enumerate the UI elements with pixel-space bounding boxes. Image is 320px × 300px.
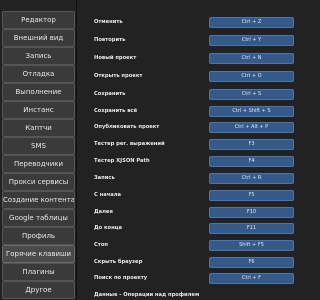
hotkeys-panel: Отменить Ctrl + Z Повторить Ctrl + Y Нов… xyxy=(78,0,300,300)
hotkey-row: С начала F5 xyxy=(78,190,300,204)
sidebar-item-hotkeys[interactable]: Горячие клавиши xyxy=(2,245,75,263)
hotkey-row: Поиск по проекту Ctrl + F xyxy=(78,273,300,287)
hotkey-label: Тестер рег. выражений xyxy=(94,141,165,147)
hotkey-field[interactable]: F11 xyxy=(209,223,294,234)
hotkey-label: С начала xyxy=(94,192,122,198)
hotkey-field[interactable]: Ctrl + O xyxy=(209,71,294,82)
hotkey-label: Отменить xyxy=(94,19,123,25)
hotkey-field[interactable]: Ctrl + Shift + S xyxy=(209,106,294,117)
sidebar-item-plugins[interactable]: Плагины xyxy=(2,263,75,281)
hotkey-row: Повторить Ctrl + Y xyxy=(78,35,300,49)
hotkey-field[interactable]: F3 xyxy=(209,139,294,150)
hotkey-row: Данные - Операции над профилем xyxy=(78,290,300,300)
hotkey-field[interactable]: F10 xyxy=(209,207,294,218)
hotkey-field[interactable]: Ctrl + Z xyxy=(209,17,294,28)
hotkey-row: Далее F10 xyxy=(78,207,300,221)
hotkey-field[interactable]: Shift + F5 xyxy=(209,240,294,251)
hotkey-label: Новый проект xyxy=(94,55,137,61)
sidebar-item-translators[interactable]: Переводчики xyxy=(2,155,75,173)
hotkey-field[interactable]: F6 xyxy=(209,257,294,268)
hotkey-row: Открыть проект Ctrl + O xyxy=(78,71,300,85)
hotkey-row: Новый проект Ctrl + N xyxy=(78,53,300,67)
sidebar-item-debug[interactable]: Отладка xyxy=(2,65,75,83)
hotkey-field[interactable]: Ctrl + N xyxy=(209,53,294,64)
sidebar-item-editor[interactable]: Редактор xyxy=(2,11,75,29)
sidebar-item-google-sheets[interactable]: Google таблицы xyxy=(2,209,75,227)
sidebar-item-proxy-services[interactable]: Прокси сервисы xyxy=(2,173,75,191)
sidebar-item-profile[interactable]: Профиль xyxy=(2,227,75,245)
hotkey-label: Повторить xyxy=(94,37,126,43)
hotkey-row: До конца F11 xyxy=(78,223,300,237)
hotkey-field[interactable]: F4 xyxy=(209,156,294,167)
hotkey-label: Запись xyxy=(94,175,115,181)
hotkey-label: Стоп xyxy=(94,242,108,248)
hotkey-label: Данные - Операции над профилем xyxy=(94,292,200,298)
sidebar-item-instance[interactable]: Инстанс xyxy=(2,101,75,119)
hotkey-row: Запись Ctrl + R xyxy=(78,173,300,187)
hotkey-label: Скрыть браузер xyxy=(94,259,143,265)
hotkey-row: Сохранить Ctrl + S xyxy=(78,89,300,103)
hotkey-field[interactable]: Ctrl + S xyxy=(209,89,294,100)
hotkey-field[interactable]: Ctrl + R xyxy=(209,173,294,184)
sidebar-item-content-creation[interactable]: Создание контента xyxy=(2,191,75,209)
hotkey-label: Тестер XJSON Path xyxy=(94,158,150,164)
sidebar-item-sms[interactable]: SMS xyxy=(2,137,75,155)
hotkey-label: Поиск по проекту xyxy=(94,275,148,281)
hotkey-row: Скрыть браузер F6 xyxy=(78,257,300,271)
hotkey-row: Отменить Ctrl + Z xyxy=(78,17,300,31)
hotkey-row: Сохранить всё Ctrl + Shift + S xyxy=(78,106,300,120)
sidebar-item-captcha[interactable]: Каптчи xyxy=(2,119,75,137)
hotkey-label: Сохранить xyxy=(94,91,126,97)
hotkey-label: Открыть проект xyxy=(94,73,143,79)
sidebar-item-other[interactable]: Другое xyxy=(2,281,75,299)
settings-sidebar: Редактор Внешний вид Запись Отладка Выпо… xyxy=(0,0,77,300)
hotkey-row: Тестер рег. выражений F3 xyxy=(78,139,300,153)
hotkey-field[interactable]: Ctrl + F xyxy=(209,273,294,284)
hotkey-label: Опубликовать проект xyxy=(94,124,160,130)
sidebar-item-recording[interactable]: Запись xyxy=(2,47,75,65)
hotkey-field[interactable]: Ctrl + Alt + P xyxy=(209,122,294,133)
hotkey-label: Далее xyxy=(94,209,113,215)
hotkey-field[interactable]: Ctrl + Y xyxy=(209,35,294,46)
hotkey-row: Тестер XJSON Path F4 xyxy=(78,156,300,170)
hotkey-row: Опубликовать проект Ctrl + Alt + P xyxy=(78,122,300,136)
hotkey-field[interactable]: F5 xyxy=(209,190,294,201)
hotkey-label: Сохранить всё xyxy=(94,108,138,114)
sidebar-item-appearance[interactable]: Внешний вид xyxy=(2,29,75,47)
sidebar-item-execution[interactable]: Выполнение xyxy=(2,83,75,101)
hotkey-row: Стоп Shift + F5 xyxy=(78,240,300,254)
hotkey-label: До конца xyxy=(94,225,123,231)
